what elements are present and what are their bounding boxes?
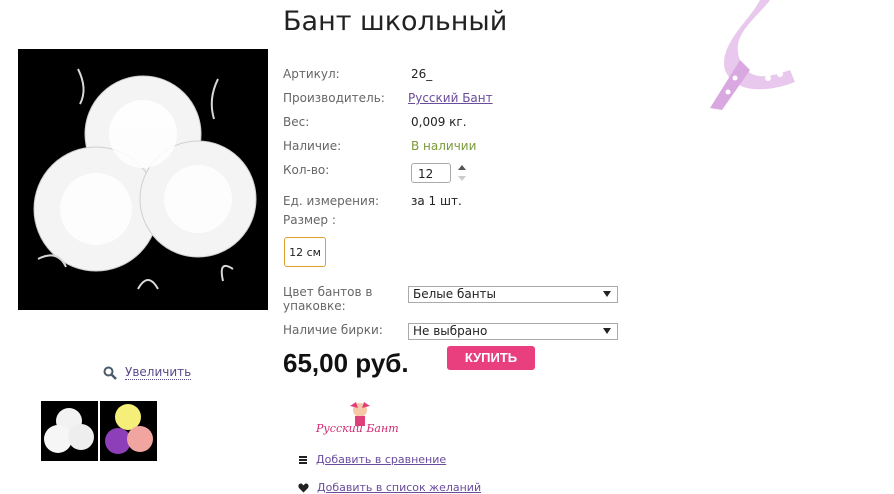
unit-value: за 1 шт.	[411, 194, 462, 208]
price: 65,00 руб.	[283, 348, 409, 378]
add-to-wishlist[interactable]: Добавить в список желаний	[298, 481, 481, 494]
heart-icon	[298, 482, 309, 492]
qty-increase-icon[interactable]	[458, 165, 466, 170]
tag-label: Наличие бирки:	[283, 323, 383, 337]
qty-label: Кол-во:	[283, 163, 330, 177]
buy-button[interactable]: КУПИТЬ	[447, 346, 535, 370]
list-icon	[299, 455, 307, 464]
qty-decrease-icon[interactable]	[458, 176, 466, 181]
color-label: Цвет бантов в упаковке:	[283, 285, 373, 313]
dropdown-arrow-icon	[603, 291, 611, 297]
product-title: Бант школьный	[283, 6, 508, 37]
zoom-label[interactable]: Увеличить	[125, 365, 192, 380]
add-to-compare-label[interactable]: Добавить в сравнение	[316, 453, 446, 466]
unit-label: Ед. измерения:	[283, 194, 380, 208]
size-label: Размер :	[283, 213, 336, 227]
stock-label: Наличие:	[283, 139, 342, 153]
color-select-value: Белые банты	[413, 287, 497, 301]
tag-select-value: Не выбрано	[413, 324, 488, 338]
sku-label: Артикул:	[283, 67, 340, 81]
thumbnail-white[interactable]	[41, 401, 98, 461]
size-option-12cm[interactable]: 12 см	[284, 237, 326, 267]
add-to-compare[interactable]: Добавить в сравнение	[298, 453, 446, 466]
zoom-link[interactable]: Увеличить	[103, 365, 192, 380]
weight-value: 0,009 кг.	[411, 115, 467, 129]
maker-link[interactable]: Русский Бант	[408, 91, 493, 105]
dropdown-arrow-icon	[603, 328, 611, 334]
color-select[interactable]: Белые банты	[408, 286, 618, 303]
ribbon-decoration	[710, 0, 795, 110]
brand-logo-text: Русский Бант	[315, 422, 399, 435]
tag-select[interactable]: Не выбрано	[408, 323, 618, 340]
brand-logo[interactable]: Русский Бант	[314, 400, 406, 440]
product-main-image[interactable]	[18, 49, 268, 310]
search-icon	[103, 366, 117, 380]
add-to-wishlist-label[interactable]: Добавить в список желаний	[317, 481, 481, 494]
weight-label: Вес:	[283, 115, 310, 129]
thumbnail-colored[interactable]	[100, 401, 157, 461]
maker-label: Производитель:	[283, 91, 385, 105]
stock-status: В наличии	[411, 139, 477, 153]
quantity-input[interactable]: 12	[411, 163, 451, 183]
sku-value: 26_	[411, 67, 433, 81]
